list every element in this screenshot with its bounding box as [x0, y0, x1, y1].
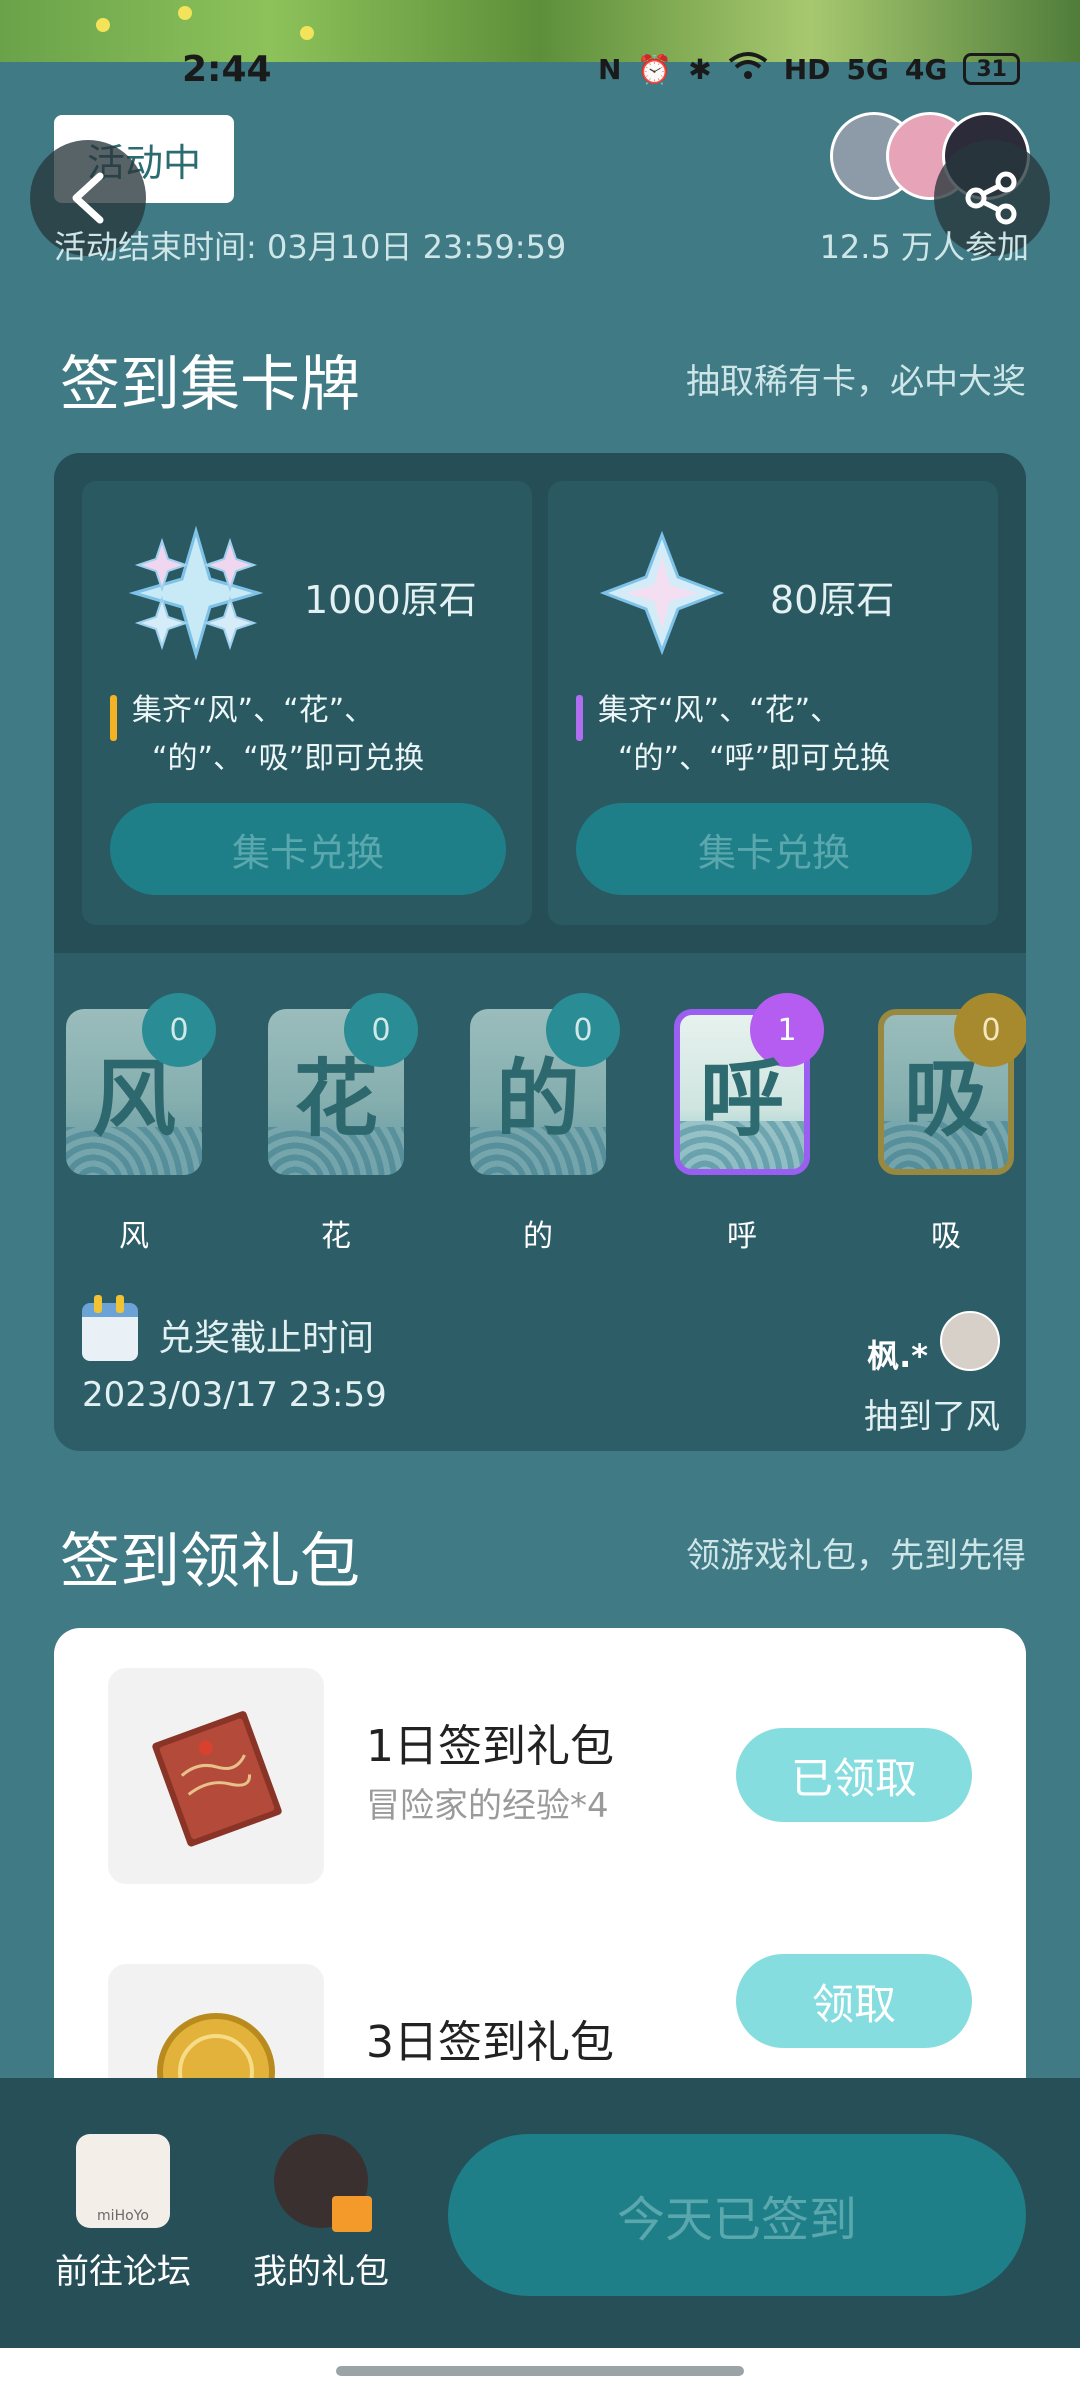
requirement-line: “的”、“吸”即可兑换 [152, 741, 425, 776]
requirement-line: “的”、“呼”即可兑换 [618, 741, 891, 776]
card-name: 风 [119, 1219, 149, 1254]
card-name: 吸 [931, 1219, 961, 1254]
winner-text: 抽到了风 [864, 1397, 1000, 1437]
deadline-label: 兑奖截止时间 [158, 1318, 375, 1359]
hd-icon: HD [783, 52, 831, 86]
reward-label: 1000原石 [304, 578, 477, 622]
primogem-icon [599, 530, 725, 656]
reward-requirement: 集齐“风”、“花”、 “的”、“吸”即可兑换 [110, 687, 510, 783]
my-gifts-link[interactable]: 我的礼包 [236, 2134, 406, 2293]
section-title-cards: 签到集卡牌 [60, 350, 360, 420]
status-icons: N ⏰ ✱ HD 5G 4G 31 [598, 51, 1020, 88]
rewards-area: 1000原石 集齐“风”、“花”、 “的”、“吸”即可兑换 集卡兑换 80原石 … [54, 453, 1026, 953]
flower-decoration [300, 26, 314, 40]
section-subtitle-cards: 抽取稀有卡，必中大奖 [686, 362, 1026, 402]
requirement-line: 集齐“风”、“花”、 [132, 693, 375, 728]
my-gifts-avatar-icon [274, 2134, 372, 2232]
signal-4g-icon: 4G [904, 52, 948, 86]
chevron-left-icon [72, 172, 104, 224]
card-count-badge: 0 [344, 993, 418, 1067]
my-gifts-label: 我的礼包 [253, 2252, 389, 2292]
letter-icon [152, 1711, 282, 1847]
avatar [940, 1311, 1000, 1371]
gift-description: 冒险家的经验*4 [366, 1786, 609, 1826]
alarm-icon: ⏰ [637, 52, 673, 86]
primogem-stack-icon [128, 525, 264, 661]
home-indicator[interactable] [336, 2366, 744, 2376]
redeem-cards-button[interactable]: 集卡兑换 [576, 803, 972, 895]
share-icon [965, 171, 1017, 225]
calendar-icon [82, 1295, 138, 1361]
card-row: 风 0 风 花 0 花 的 0 的 呼 1 呼 吸 0 吸 [54, 993, 1026, 1254]
reward-label: 80原石 [770, 578, 895, 622]
reward-requirement: 集齐“风”、“花”、 “的”、“呼”即可兑换 [576, 687, 976, 783]
section-subtitle-gifts: 领游戏礼包，先到先得 [686, 1536, 1026, 1576]
flower-decoration [96, 18, 110, 32]
gift-title: 3日签到礼包 [366, 2017, 614, 2068]
requirement-line: 集齐“风”、“花”、 [598, 693, 841, 728]
signed-in-today-button[interactable]: 今天已签到 [448, 2134, 1026, 2296]
gift-box-icon [332, 2196, 372, 2232]
wifi-icon [728, 51, 768, 88]
card-name: 的 [523, 1219, 553, 1254]
bluetooth-icon: ✱ [688, 52, 712, 86]
forum-icon-text: miHoYo [97, 2208, 149, 2224]
status-time: 2:44 [182, 48, 272, 90]
gift-thumbnail [108, 1668, 324, 1884]
list-item: 1日签到礼包 冒险家的经验*4 已领取 [54, 1628, 1026, 1884]
deadline-date: 2023/03/17 23:59 [82, 1375, 387, 1415]
card-count-badge: 0 [546, 993, 620, 1067]
recent-winner: 枫.* 抽到了风 [780, 1303, 1000, 1443]
card-count-badge: 0 [142, 993, 216, 1067]
card-collection-panel: 1000原石 集齐“风”、“花”、 “的”、“吸”即可兑换 集卡兑换 80原石 … [54, 453, 1026, 1451]
redeem-cards-button[interactable]: 集卡兑换 [110, 803, 506, 895]
gift-list: 1日签到礼包 冒险家的经验*4 已领取 3日签到礼包 领取 [54, 1628, 1026, 2128]
reward-card-1000: 1000原石 集齐“风”、“花”、 “的”、“吸”即可兑换 集卡兑换 [82, 481, 532, 925]
card-name: 花 [321, 1219, 351, 1254]
signal-5g-icon: 5G [846, 52, 889, 86]
claim-button[interactable]: 领取 [736, 1954, 972, 2048]
status-bar: 2:44 N ⏰ ✱ HD 5G 4G 31 [0, 40, 1080, 98]
nfc-icon: N [597, 52, 622, 86]
claimed-button[interactable]: 已领取 [736, 1728, 972, 1822]
bottom-action-bar: miHoYo 前往论坛 我的礼包 今天已签到 [0, 2078, 1080, 2348]
card-name: 呼 [727, 1219, 757, 1254]
winner-name: 枫.* [867, 1337, 928, 1375]
participant-count: 12.5 万人参加 [819, 228, 1029, 266]
forum-label: 前往论坛 [55, 2252, 191, 2292]
reward-card-80: 80原石 集齐“风”、“花”、 “的”、“呼”即可兑换 集卡兑换 [548, 481, 998, 925]
card-count-badge: 0 [954, 993, 1026, 1067]
forum-link[interactable]: miHoYo 前往论坛 [38, 2134, 208, 2293]
gift-title: 1日签到礼包 [366, 1721, 614, 1772]
battery-icon: 31 [963, 53, 1020, 85]
activity-end-time: 活动结束时间: 03月10日 23:59:59 [54, 228, 567, 266]
flower-decoration [178, 6, 192, 20]
forum-avatar-icon: miHoYo [76, 2134, 170, 2228]
section-title-gifts: 签到领礼包 [60, 1527, 360, 1597]
activity-meta: 活动结束时间: 03月10日 23:59:59 12.5 万人参加 [54, 222, 1029, 268]
card-character: 呼 [699, 1049, 784, 1148]
